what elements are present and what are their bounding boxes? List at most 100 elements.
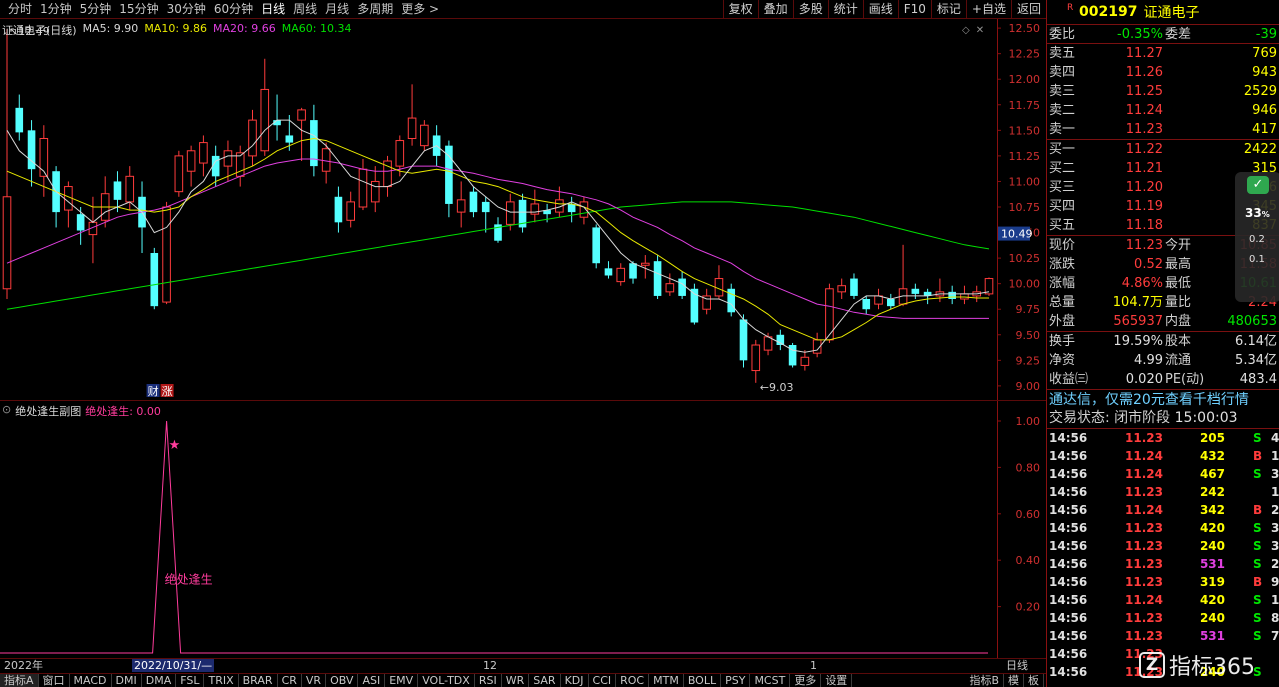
- indicator-tab[interactable]: 指标A: [0, 674, 39, 687]
- timeframe-tab[interactable]: 60分钟: [210, 2, 257, 17]
- bids-price: 11.18: [1125, 218, 1163, 233]
- indicator-tab[interactable]: MACD: [70, 674, 112, 687]
- low-marker: ←9.03: [760, 381, 794, 394]
- indicator-tab[interactable]: 更多: [790, 674, 822, 687]
- fundamental-label: 流通: [1165, 353, 1192, 368]
- indicator-tab[interactable]: TRIX: [204, 674, 239, 687]
- candle-body-down: [113, 181, 122, 200]
- stat-value: 480653: [1227, 314, 1277, 329]
- tick-volume: 205: [1199, 431, 1225, 445]
- indicator-tab[interactable]: DMI: [112, 674, 142, 687]
- kline-svg[interactable]: 12.50 12.25 12.00 11.75 11.50 11.25 11.00 10.75…: [0, 19, 1046, 400]
- toolbar-buttons: 复权 叠加 多股 统计 画线 F10 标记 +自选 返回: [722, 0, 1046, 19]
- indicator-tab[interactable]: 指标B: [965, 674, 1004, 687]
- timeframe-tab[interactable]: 月线: [321, 2, 353, 17]
- ma20-label: MA20: 9.66: [213, 22, 276, 35]
- asks-row[interactable]: 卖三 11.25 2529: [1047, 82, 1279, 101]
- level2-notice[interactable]: 通达信，仅需20元查看千档行情: [1047, 389, 1279, 409]
- indicator-tab[interactable]: CCI: [589, 674, 617, 687]
- tick-count: 24: [1271, 503, 1279, 517]
- check-icon[interactable]: ✓: [1247, 176, 1269, 194]
- indicator-tab[interactable]: 模: [1004, 674, 1024, 687]
- indicator-tab[interactable]: FSL: [176, 674, 205, 687]
- toolbar-button[interactable]: 叠加: [757, 0, 793, 19]
- tick-list[interactable]: 14:5611.23205S414:5611.24432B1414:5611.2…: [1047, 428, 1279, 681]
- bids-row[interactable]: 买一 11.22 2422: [1047, 140, 1279, 159]
- indicator-tab[interactable]: MCST: [750, 674, 791, 687]
- timeframe-tab[interactable]: 周线: [289, 2, 321, 17]
- tick-count: 39: [1271, 521, 1279, 535]
- period-label[interactable]: 日线: [1006, 659, 1028, 672]
- timeframe-tab[interactable]: 5分钟: [76, 2, 116, 17]
- collapse-icon[interactable]: ⊙: [2, 403, 11, 419]
- tick-volume: 240: [1199, 611, 1225, 625]
- indicator-tab[interactable]: CR: [278, 674, 302, 687]
- candle-body-down: [592, 227, 601, 264]
- candle-body-up: [260, 88, 270, 152]
- indicator-tab[interactable]: 设置: [821, 674, 853, 687]
- candle-body-up: [984, 278, 994, 295]
- indicator-tab[interactable]: MTM: [649, 674, 684, 687]
- kline-chart[interactable]: 12.50 12.25 12.00 11.75 11.50 11.25 11.00 10.75…: [0, 19, 1046, 400]
- timeframe-tab[interactable]: 15分钟: [115, 2, 162, 17]
- candle-body-down: [481, 201, 490, 213]
- timeframe-tab[interactable]: 1分钟: [36, 2, 76, 17]
- candle-body-down: [886, 299, 895, 307]
- sub-indicator-chart[interactable]: 1.00 0.80 0.60 0.40 0.20 ★ 绝处逢生 ⊙ 绝处逢生副图 绝处逢生:…: [0, 400, 1046, 659]
- asks-row[interactable]: 卖四 11.26 943: [1047, 63, 1279, 82]
- indicator-tabs: 指标A 窗口 MACD DMI DMA FSL TRIX BRAR CR VR OBV ASI EMV V…: [0, 673, 1046, 687]
- toolbar-button[interactable]: 返回: [1010, 0, 1046, 19]
- tick-volume: 467: [1199, 467, 1225, 481]
- sub-indicator-value: 绝处逢生: 0.00: [85, 405, 161, 418]
- toolbar-button[interactable]: 复权: [722, 0, 758, 19]
- tick-count: 7: [1271, 629, 1279, 643]
- indicator-tab[interactable]: RSI: [475, 674, 502, 687]
- indicator-tab[interactable]: WR: [502, 674, 530, 687]
- fundamental-row: 收益㈢ 0.020 PE(动) 483.4: [1047, 370, 1279, 389]
- tick-price: 11.23: [1125, 557, 1163, 571]
- indicator-tab[interactable]: 板: [1024, 674, 1044, 687]
- indicator-tab[interactable]: SAR: [529, 674, 561, 687]
- indicator-tab[interactable]: VOL-TDX: [418, 674, 475, 687]
- indicator-tab[interactable]: VR: [302, 674, 327, 687]
- date-label-year: 2022年: [4, 659, 43, 672]
- toolbar-button[interactable]: 标记: [930, 0, 966, 19]
- close-icon[interactable]: ✕: [976, 25, 984, 36]
- widget-small-2: 0.1: [1249, 254, 1265, 265]
- tick-row: 14:56 11.23 319 B 9: [1047, 573, 1279, 591]
- asks-row[interactable]: 卖二 11.24 946: [1047, 101, 1279, 120]
- indicator-tab[interactable]: PSY: [721, 674, 751, 687]
- toolbar-button[interactable]: F10: [897, 0, 931, 19]
- watermark-logo-icon: Z: [1139, 652, 1165, 678]
- floating-widget[interactable]: ✓ 33% 0.2 0.1: [1235, 172, 1279, 302]
- asks-row[interactable]: 卖一 11.23 417: [1047, 120, 1279, 139]
- indicator-tab[interactable]: KDJ: [561, 674, 589, 687]
- indicator-tab[interactable]: BOLL: [684, 674, 722, 687]
- toolbar-button[interactable]: 统计: [827, 0, 863, 19]
- stat-value: 104.7万: [1112, 295, 1163, 310]
- timeframe-tab[interactable]: 日线: [257, 2, 289, 17]
- toolbar-button[interactable]: 多股: [792, 0, 828, 19]
- stat-label: 现价: [1049, 238, 1076, 253]
- diamond-icon[interactable]: ◇: [962, 25, 970, 36]
- timeframe-tab[interactable]: 分时: [4, 2, 36, 17]
- timeframe-tab[interactable]: 更多 >: [397, 2, 443, 17]
- sub-indicator-svg[interactable]: 1.00 0.80 0.60 0.40 0.20 ★ 绝处逢生: [0, 401, 1046, 659]
- toolbar-button[interactable]: 画线: [862, 0, 898, 19]
- indicator-tab[interactable]: EMV: [385, 674, 419, 687]
- indicator-tab[interactable]: DMA: [142, 674, 177, 687]
- indicator-tab[interactable]: BRAR: [239, 674, 278, 687]
- indicator-tab[interactable]: ASI: [358, 674, 386, 687]
- indicator-tab[interactable]: OBV: [326, 674, 359, 687]
- price-tick-label: 9.75: [1016, 303, 1041, 316]
- asks-row[interactable]: 卖五 11.27 769: [1047, 44, 1279, 63]
- bids-level-label: 买五: [1049, 218, 1076, 233]
- tick-side: S: [1253, 521, 1262, 535]
- toolbar-button[interactable]: +自选: [965, 0, 1011, 19]
- timeframe-tab[interactable]: 30分钟: [163, 2, 210, 17]
- indicator-tab[interactable]: ROC: [616, 674, 650, 687]
- price-tick-label: 12.00: [1009, 73, 1041, 86]
- timeframe-tab[interactable]: 多周期: [353, 2, 397, 17]
- tick-time: 14:56: [1049, 575, 1088, 589]
- indicator-tab[interactable]: 窗口: [39, 674, 70, 687]
